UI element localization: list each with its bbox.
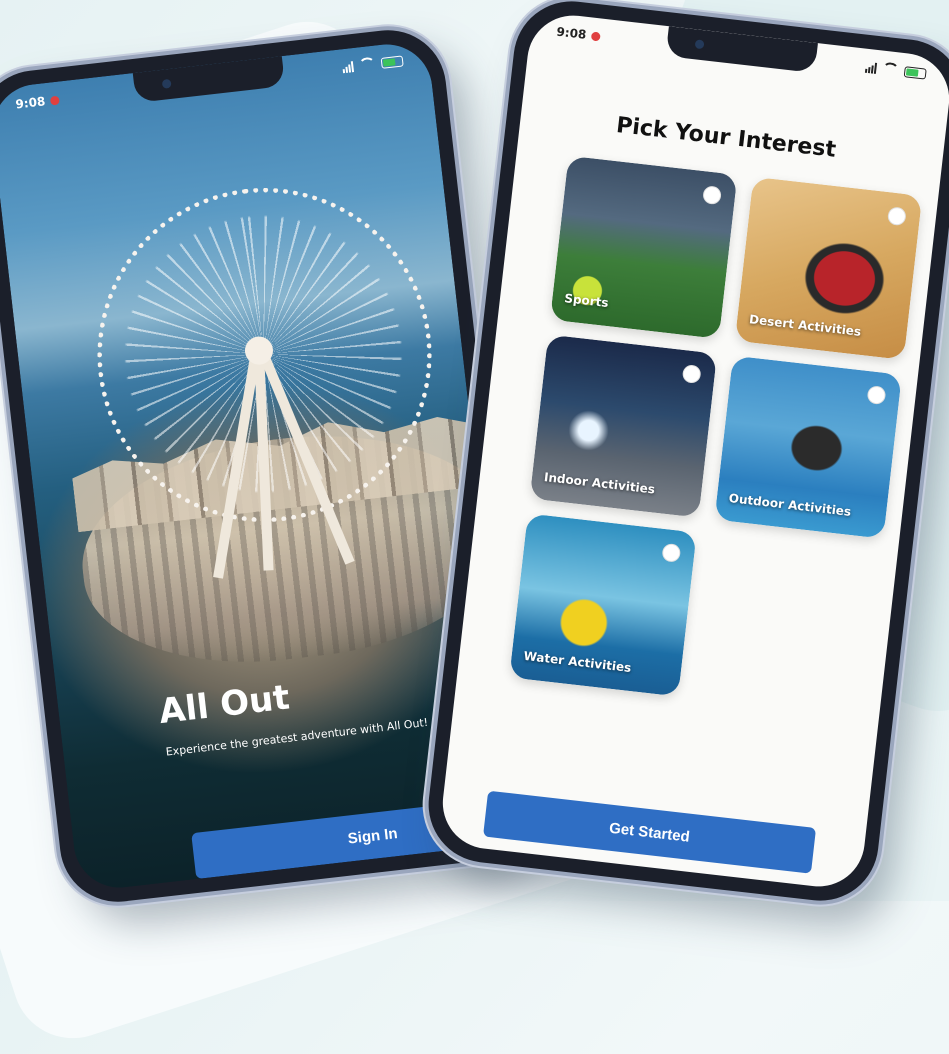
record-icon xyxy=(49,95,60,106)
get-started-button[interactable]: Get Started xyxy=(483,790,817,874)
page-title: Pick Your Interest xyxy=(614,112,838,163)
wifi-icon xyxy=(881,61,900,78)
radio-icon[interactable] xyxy=(681,364,702,384)
phone-interests: 9:08 Pick Your Interest Sports Desert Ac… xyxy=(422,0,949,907)
signal-icon xyxy=(864,61,878,74)
radio-icon[interactable] xyxy=(702,185,723,206)
battery-icon xyxy=(903,65,927,80)
wifi-icon xyxy=(358,56,377,73)
interest-label: Sports xyxy=(563,291,610,311)
interest-card-water[interactable]: Water Activities xyxy=(509,513,697,697)
status-time: 9:08 xyxy=(555,24,588,42)
interest-label: Water Activities xyxy=(522,648,633,676)
interests-screen: 9:08 Pick Your Interest Sports Desert Ac… xyxy=(437,10,949,892)
battery-icon xyxy=(380,54,404,69)
interest-card-indoor[interactable]: Indoor Activities xyxy=(529,334,718,518)
interest-card-sports[interactable]: Sports xyxy=(549,155,738,339)
interest-card-desert[interactable]: Desert Activities xyxy=(734,176,923,360)
status-time: 9:08 xyxy=(14,94,47,112)
interest-label: Indoor Activities xyxy=(543,470,656,497)
status-bar: 9:08 xyxy=(0,48,430,118)
radio-icon[interactable] xyxy=(866,385,887,406)
interest-label: Desert Activities xyxy=(748,312,862,339)
radio-icon[interactable] xyxy=(661,542,682,563)
record-icon xyxy=(590,30,601,41)
interest-card-outdoor[interactable]: Outdoor Activities xyxy=(714,355,902,539)
app-title: All Out xyxy=(157,677,292,733)
interest-label: Outdoor Activities xyxy=(728,491,852,519)
signal-icon xyxy=(342,60,354,73)
radio-icon[interactable] xyxy=(886,206,907,227)
